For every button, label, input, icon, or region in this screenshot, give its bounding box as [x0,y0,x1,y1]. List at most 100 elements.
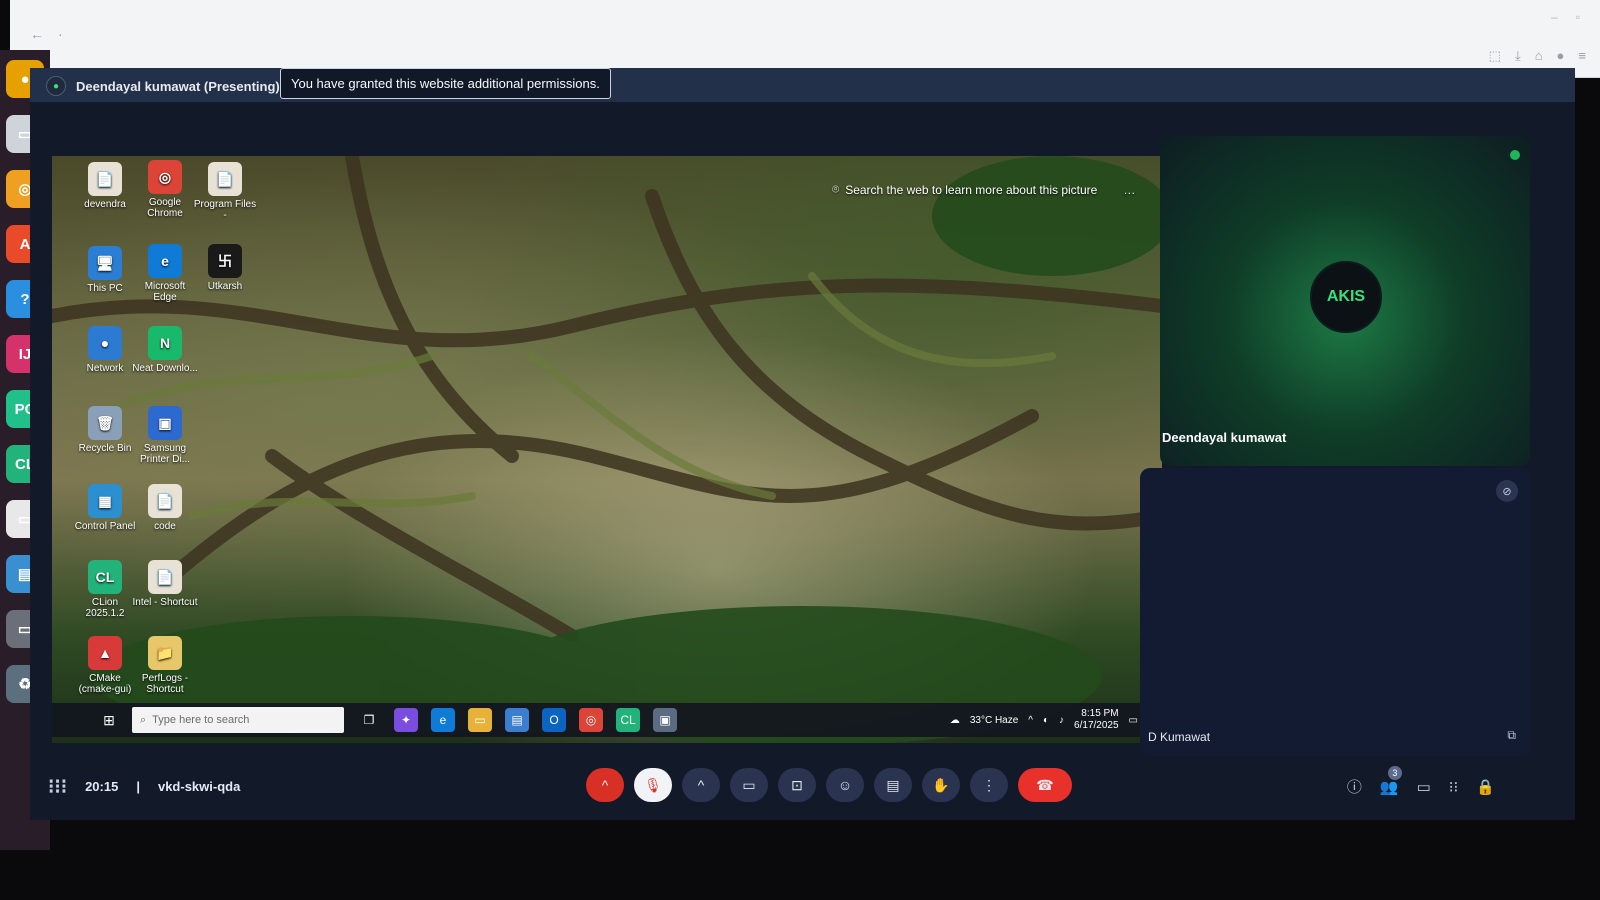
more-options-icon[interactable]: … [1123,183,1135,197]
desktop-icon-glyph: ● [88,326,122,360]
raise-hand-button[interactable]: ✋ [922,768,960,802]
desktop-icon[interactable]: e Microsoft Edge [132,244,198,303]
desktop-icon-glyph: ▦ [88,484,122,518]
desktop-icon[interactable]: 📄 Program Files - [192,162,258,221]
taskbar-app-icon[interactable]: e [431,708,455,732]
taskbar-app-icon[interactable]: ◎ [579,708,603,732]
forward-icon[interactable]: · [58,26,63,42]
pip-icon[interactable]: ⧉ [1507,728,1516,743]
taskbar-app-icon[interactable]: CL [616,708,640,732]
desktop-icon[interactable]: 📄 code [132,484,198,532]
participant-tile-presenter[interactable]: AKIS Deendayal kumawat [1160,136,1530,466]
presenter-avatar: ● [46,76,66,96]
windows-search-placeholder: Type here to search [152,714,250,726]
meeting-separator: | [136,779,140,794]
share-icon[interactable]: ⌂ [1535,48,1543,64]
wallpaper-search-hint[interactable]: ⌾ Search the web to learn more about thi… [832,182,1135,197]
taskbar-app-icon[interactable]: ▣ [653,708,677,732]
volume-icon[interactable]: ♪ [1059,715,1064,726]
desktop-icon-glyph: 📁 [148,636,182,670]
desktop-icon[interactable]: 🗑 Recycle Bin [72,406,138,454]
desktop-icon-label: This PC [87,283,123,294]
phone-hangup-icon: ☎ [1036,776,1054,793]
desktop-icon[interactable]: ● Network [72,326,138,374]
call-controls: ^ 🎙 ^ ▭ ⊡ ☺ ▤ ✋ ⋮ ☎ [586,768,1072,802]
desktop-icon[interactable]: ◎ Google Chrome [132,160,198,219]
desktop-icon-glyph: ▣ [148,406,182,440]
meeting-info: ⁝⁝⁝ 20:15 | vkd-skwi-qda [48,774,240,799]
leave-call-button[interactable]: ☎ [1018,768,1072,802]
mic-toggle-button[interactable]: 🎙 [634,768,672,802]
browser-toolbar: ← · – ▫ ⬚ ⤓ ⌂ ● ≡ [10,0,1600,78]
more-options-button[interactable]: ⋮ [970,768,1008,802]
participant-avatar: AKIS [1310,261,1382,333]
desktop-icon[interactable]: 📄 devendra [72,162,138,210]
taskbar-app-icon[interactable]: ❐ [357,708,381,732]
desktop-icon-label: code [154,521,176,532]
meeting-info-icon[interactable]: ⓘ [1347,776,1362,797]
desktop-icon[interactable]: ▲ CMake (cmake-gui) [72,636,138,695]
desktop-icon[interactable]: 🖥 This PC [72,246,138,294]
desktop-icon-label: CLion 2025.1.2 [85,597,125,619]
taskbar-apps: ❐ ✦ e ▭ ▤ O ◎ CL ▣ [344,708,677,732]
more-vert-icon: ⋮ [982,776,996,793]
network-icon[interactable]: ◐ [1043,715,1049,726]
menu-icon[interactable]: ≡ [1578,48,1586,64]
desktop-icon-glyph: CL [88,560,122,594]
taskbar-clock[interactable]: 8:15 PM 6/17/2025 [1074,708,1119,732]
windows-search-box[interactable]: ⌕ Type here to search [132,707,344,733]
taskbar-app-icon[interactable]: ✦ [394,708,418,732]
tray-overflow-icon[interactable]: ^ [1028,715,1033,726]
weather-text[interactable]: 33°C Haze [970,715,1018,726]
profile-icon[interactable]: ● [1557,48,1565,64]
taskbar-app-icon[interactable]: ▤ [505,708,529,732]
camera-icon: ▭ [742,776,756,793]
desktop-icon-label: Microsoft Edge [144,281,186,303]
camera-search-icon: ⌾ [832,182,840,196]
presentation-header: ● Deendayal kumawat (Presenting) You hav… [30,68,1575,102]
mic-off-icon: 🎙 [644,776,662,793]
video-options-button[interactable]: ^ [682,768,720,802]
participant-tile-self[interactable]: ⊘ D Kumawat ⧉ [1140,468,1530,756]
taskbar-app-icon[interactable]: ▭ [468,708,492,732]
mic-off-icon: ⊘ [1496,480,1518,502]
meeting-code: vkd-skwi-qda [157,779,241,794]
desktop-icon[interactable]: 📄 Intel - Shortcut [132,560,198,608]
chat-icon[interactable]: ▭ [1417,778,1431,796]
side-panel-controls: ⓘ 3 👥 ▭ ⁝⁝ 🔒 [1347,765,1495,797]
desktop-icon[interactable]: 📁 PerfLogs - Shortcut [132,636,198,695]
minimize-icon[interactable]: – [1551,10,1558,24]
download-icon[interactable]: ⤓ [1515,48,1521,64]
maximize-icon[interactable]: ▫ [1576,10,1580,24]
notification-icon[interactable]: ▭ [1129,715,1138,726]
reactions-button[interactable]: ☺ [826,768,864,802]
back-icon[interactable]: ← [30,26,44,42]
desktop-icon-glyph: 📄 [208,162,242,196]
taskbar-app-icon[interactable]: O [542,708,566,732]
desktop-icon[interactable]: ▦ Control Panel [72,484,138,532]
host-controls-icon[interactable]: 🔒 [1476,778,1495,796]
captions-button[interactable]: ▤ [874,768,912,802]
desktop-icon-label: Utkarsh [207,281,243,292]
captions-icon: ▤ [886,776,900,793]
audio-options-button[interactable]: ^ [586,768,624,802]
people-button[interactable]: 3 👥 [1380,765,1402,796]
windows-start-icon[interactable]: ⊞ [92,712,126,729]
desktop-icon-label: Recycle Bin [78,443,132,454]
desktop-icon[interactable]: ▣ Samsung Printer Di... [132,406,198,465]
camera-toggle-button[interactable]: ▭ [730,768,768,802]
desktop-icon[interactable]: 卐 Utkarsh [192,244,258,292]
windows-taskbar: ⊞ ⌕ Type here to search ❐ ✦ e ▭ ▤ O ◎ CL ▣ ☁ 33°… [52,703,1162,737]
desktop-icon-label: Intel - Shortcut [132,597,198,608]
apps-grid-icon[interactable]: ⁝⁝⁝ [48,774,67,799]
desktop-icon-glyph: ◎ [148,160,182,194]
desktop-icon-glyph: 卐 [208,244,242,278]
activities-icon[interactable]: ⁝⁝ [1449,778,1459,796]
desktop-icon[interactable]: CL CLion 2025.1.2 [72,560,138,619]
extension-icon[interactable]: ⬚ [1489,48,1501,64]
desktop-icon-label: Network [86,363,124,374]
present-button[interactable]: ⊡ [778,768,816,802]
desktop-icon[interactable]: N Neat Downlo... [132,326,198,374]
desktop-icon-glyph: 🗑 [88,406,122,440]
window-controls: – ▫ [1551,10,1580,24]
